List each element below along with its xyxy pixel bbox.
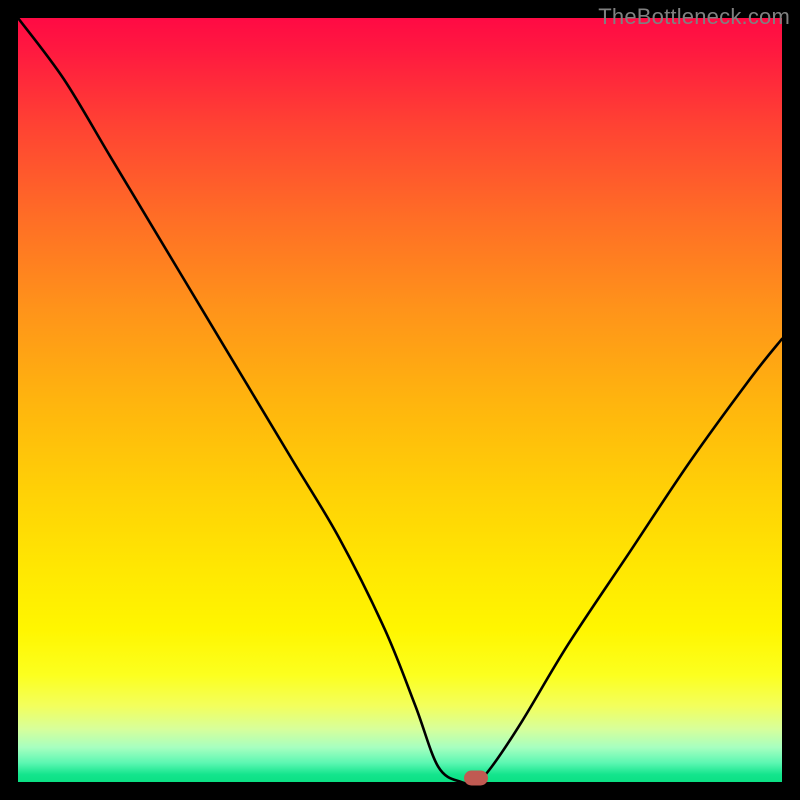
optimal-point-marker (464, 771, 488, 786)
curve-svg (18, 18, 782, 782)
watermark-text: TheBottleneck.com (598, 4, 790, 30)
bottleneck-curve-line (18, 18, 782, 782)
chart-frame: TheBottleneck.com (0, 0, 800, 800)
plot-area (18, 18, 782, 782)
